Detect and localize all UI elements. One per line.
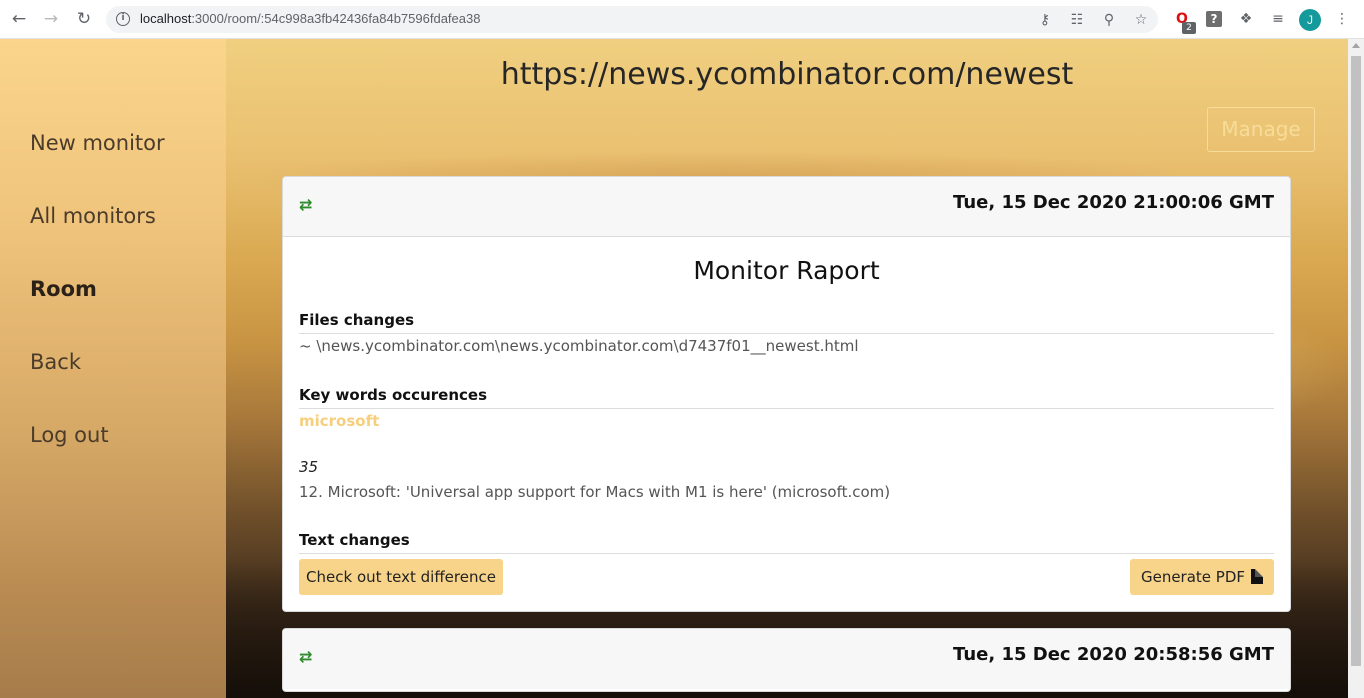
keyword-match-item: 12. Microsoft: 'Universal app support fo… bbox=[299, 483, 891, 501]
files-changes-value: ~ \news.ycombinator.com\news.ycombinator… bbox=[299, 337, 859, 355]
app-page: New monitor All monitors Room Back Log o… bbox=[0, 39, 1364, 698]
report-title: Monitor Raport bbox=[693, 256, 880, 285]
swap-arrows-icon[interactable]: ⇄ bbox=[299, 647, 312, 666]
url-host: localhost bbox=[140, 11, 192, 26]
sidebar-item-back[interactable]: Back bbox=[30, 350, 81, 374]
reload-icon[interactable]: ↻ bbox=[73, 8, 95, 30]
manage-button[interactable]: Manage bbox=[1207, 107, 1315, 152]
card-body: Monitor Raport Files changes ~ \news.yco… bbox=[283, 237, 1290, 554]
bookmark-star-icon[interactable]: ☆ bbox=[1132, 11, 1150, 29]
address-bar[interactable]: i localhost:3000/room/:54c998a3fb42436fa… bbox=[106, 6, 1158, 33]
keyword-count: 35 bbox=[299, 458, 319, 476]
scroll-up-arrow-icon[interactable] bbox=[1352, 43, 1360, 48]
sidebar-item-all-monitors[interactable]: All monitors bbox=[30, 204, 156, 228]
generate-pdf-label: Generate PDF bbox=[1140, 568, 1246, 586]
zoom-icon[interactable]: ⚲ bbox=[1100, 11, 1118, 29]
back-arrow-icon[interactable]: ← bbox=[8, 8, 30, 30]
sidebar-item-log-out[interactable]: Log out bbox=[30, 423, 109, 447]
extensions-puzzle-icon[interactable]: ❖ bbox=[1236, 9, 1256, 29]
file-pdf-icon bbox=[1251, 569, 1264, 584]
reading-list-icon[interactable]: ≡ bbox=[1268, 9, 1288, 29]
report-card: ⇄ Tue, 15 Dec 2020 20:58:56 GMT bbox=[282, 628, 1291, 692]
page-scrollbar[interactable] bbox=[1348, 39, 1364, 698]
page-title: https://news.ycombinator.com/newest bbox=[500, 57, 1074, 92]
extension-badge: 2 bbox=[1182, 22, 1196, 34]
swap-arrows-icon[interactable]: ⇄ bbox=[299, 195, 312, 214]
generate-pdf-button[interactable]: Generate PDF bbox=[1130, 559, 1274, 595]
url-text[interactable]: localhost:3000/room/:54c998a3fb42436fa84… bbox=[140, 11, 480, 26]
sidebar-item-room[interactable]: Room bbox=[30, 277, 97, 301]
text-changes-title: Text changes bbox=[299, 531, 1274, 554]
info-icon[interactable]: i bbox=[116, 12, 130, 26]
keywords-title: Key words occurences bbox=[299, 386, 1274, 409]
forward-arrow-icon[interactable]: → bbox=[40, 8, 62, 30]
files-changes-title: Files changes bbox=[299, 311, 1274, 334]
sidebar: New monitor All monitors Room Back Log o… bbox=[0, 39, 226, 698]
profile-avatar[interactable]: J bbox=[1299, 9, 1321, 31]
text-difference-button[interactable]: Check out text difference bbox=[299, 559, 503, 595]
card-date: Tue, 15 Dec 2020 21:00:06 GMT bbox=[953, 192, 1274, 213]
key-icon[interactable]: ⚷ bbox=[1036, 11, 1054, 29]
card-date: Tue, 15 Dec 2020 20:58:56 GMT bbox=[953, 644, 1274, 665]
sidebar-item-new-monitor[interactable]: New monitor bbox=[30, 131, 165, 155]
translate-icon[interactable]: ☷ bbox=[1068, 11, 1086, 29]
menu-kebab-icon[interactable]: ⋮ bbox=[1332, 9, 1352, 29]
card-header: ⇄ Tue, 15 Dec 2020 20:58:56 GMT bbox=[283, 629, 1290, 689]
browser-toolbar: ← → ↻ i localhost:3000/room/:54c998a3fb4… bbox=[0, 0, 1364, 39]
report-card: ⇄ Tue, 15 Dec 2020 21:00:06 GMT Monitor … bbox=[282, 176, 1291, 612]
keyword-label: microsoft bbox=[299, 412, 380, 430]
url-path: :3000/room/:54c998a3fb42436fa84b7596fdaf… bbox=[191, 11, 481, 26]
card-header: ⇄ Tue, 15 Dec 2020 21:00:06 GMT bbox=[283, 177, 1290, 237]
help-extension-icon[interactable]: ? bbox=[1206, 11, 1222, 27]
scrollbar-thumb[interactable] bbox=[1351, 56, 1361, 666]
